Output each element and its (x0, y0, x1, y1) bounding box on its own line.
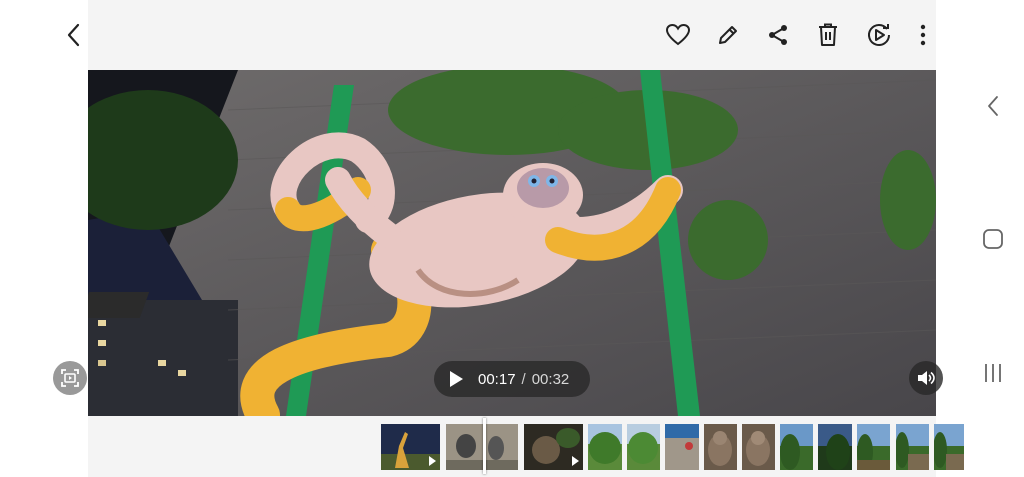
thumbnail[interactable] (381, 424, 440, 470)
trees-sky-thumbnail (896, 424, 929, 470)
playback-position-indicator[interactable] (483, 418, 486, 474)
thumbnail[interactable] (588, 424, 622, 470)
edit-button[interactable] (710, 17, 746, 53)
trash-icon (819, 23, 837, 46)
heart-icon (665, 23, 691, 46)
remaster-button[interactable] (861, 17, 897, 53)
total-time: 00:32 (531, 370, 570, 388)
left-margin (0, 0, 88, 477)
more-vertical-icon (920, 24, 926, 46)
nav-home-icon (983, 229, 1003, 249)
monkey-statue-thumbnail (746, 431, 770, 466)
monkey-statue-thumbnail (708, 431, 732, 466)
thumbnail[interactable] (896, 424, 929, 470)
frame-capture-icon (61, 369, 79, 387)
video-badge-icon (572, 456, 579, 466)
thumbnail[interactable] (524, 424, 583, 470)
thumbnail[interactable] (818, 424, 852, 470)
nav-home-button[interactable] (975, 221, 1011, 257)
trees-sky-thumbnail (934, 424, 964, 470)
nav-back-icon (988, 96, 998, 116)
thumbnail[interactable] (780, 424, 813, 470)
tree-thumbnail (627, 424, 660, 464)
nav-back-button[interactable] (975, 88, 1011, 124)
thumbnail[interactable] (665, 424, 699, 470)
capture-button[interactable] (53, 361, 87, 395)
back-button[interactable] (56, 17, 92, 53)
monkey-thumbnail (446, 424, 518, 470)
thumbnail[interactable] (742, 424, 775, 470)
nav-recents-button[interactable] (975, 355, 1011, 391)
volume-button[interactable] (909, 361, 943, 395)
thumbnail[interactable] (627, 424, 660, 470)
tree-thumbnail (588, 424, 622, 464)
delete-button[interactable] (810, 17, 846, 53)
pencil-icon (719, 26, 737, 44)
video-badge-icon (429, 456, 436, 466)
thumbnail[interactable] (704, 424, 737, 470)
toolbar-background (88, 0, 936, 70)
share-button[interactable] (760, 17, 796, 53)
nav-recents-icon (985, 364, 1001, 382)
favorite-button[interactable] (660, 17, 696, 53)
playback-control[interactable]: 00:17 / 00:32 (434, 361, 590, 397)
current-time: 00:17 (478, 370, 516, 388)
share-icon (769, 25, 787, 45)
trees-sky-thumbnail (780, 424, 813, 470)
more-button[interactable] (905, 17, 941, 53)
time-separator: / (521, 370, 526, 388)
speaker-icon (918, 371, 935, 385)
play-remaster-icon (868, 24, 890, 46)
thumbnail[interactable] (934, 424, 964, 470)
play-icon (450, 371, 463, 387)
trees-sky-thumbnail (857, 424, 890, 470)
play-button[interactable] (434, 370, 478, 388)
thumbnail[interactable] (857, 424, 890, 470)
playground-thumbnail (665, 424, 699, 470)
chevron-left-icon (67, 23, 80, 47)
trees-sky-thumbnail (818, 424, 852, 470)
thumbnail[interactable] (446, 424, 518, 470)
